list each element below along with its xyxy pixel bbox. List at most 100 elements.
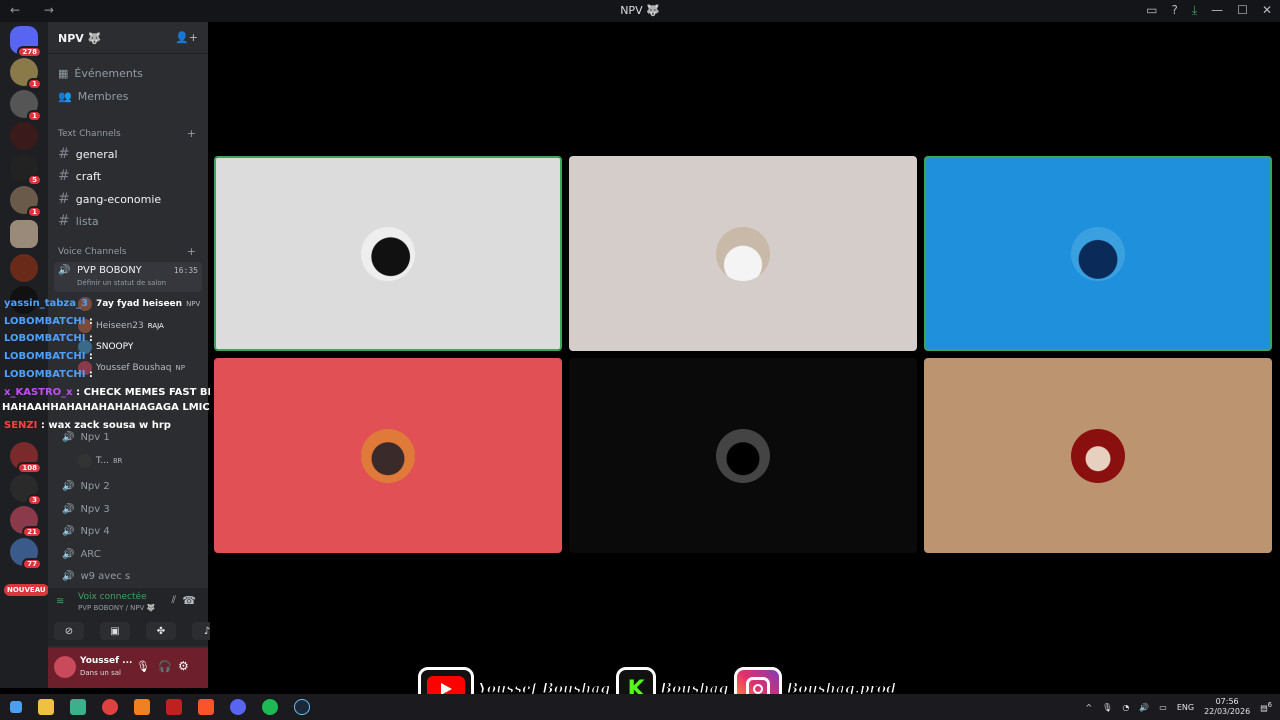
steam-icon[interactable] bbox=[294, 699, 310, 715]
settings-gear-icon[interactable]: ⚙ bbox=[178, 659, 189, 673]
participant-tile[interactable] bbox=[214, 156, 562, 351]
download-icon[interactable]: ⤓ bbox=[1192, 3, 1197, 18]
home-discord-icon[interactable]: 278 bbox=[10, 26, 42, 58]
add-member-icon[interactable]: 👤+ bbox=[175, 31, 198, 44]
disconnect-icon[interactable]: ☎ bbox=[182, 594, 196, 607]
voice-channel-arc[interactable]: 🔊 ARC bbox=[62, 549, 101, 560]
voice-channel-active[interactable]: 🔊 PVP BOBONY 16:35 Définir un statut de … bbox=[54, 262, 202, 292]
voice-user-tag: 8R bbox=[113, 457, 123, 465]
voice-connected-label: Voix connectée bbox=[78, 592, 147, 602]
language-indicator[interactable]: ENG bbox=[1177, 703, 1194, 712]
server-icon[interactable]: 5 bbox=[10, 154, 42, 186]
chrome-icon[interactable] bbox=[102, 699, 118, 715]
brave-icon[interactable] bbox=[198, 699, 214, 715]
participant-tile[interactable] bbox=[569, 156, 917, 351]
voice-user[interactable]: Youssef Boushaq NP bbox=[78, 361, 185, 375]
server-icon[interactable]: 1 bbox=[10, 186, 42, 218]
avatar[interactable] bbox=[54, 656, 76, 678]
channel-craft[interactable]: # craft bbox=[58, 168, 101, 184]
server-icon[interactable]: 1 bbox=[10, 58, 42, 90]
chat-author: x_KASTRO_x bbox=[4, 387, 73, 398]
server-header[interactable]: NPV 🐺 👤+ bbox=[48, 22, 208, 54]
text-category[interactable]: Text Channels bbox=[58, 129, 121, 139]
voice-user-name: SNOOPY bbox=[96, 342, 134, 352]
voice-channel-label: Npv 3 bbox=[80, 504, 110, 515]
server-badge: 77 bbox=[22, 558, 42, 570]
voice-channel-npv1[interactable]: 🔊 Npv 1 bbox=[62, 432, 110, 443]
members-link[interactable]: 👥 Membres bbox=[58, 90, 128, 103]
voice-channel-w9[interactable]: 🔊 w9 avec s bbox=[62, 571, 130, 582]
members-label: Membres bbox=[77, 90, 129, 103]
discord-icon[interactable] bbox=[230, 699, 246, 715]
activities-button[interactable]: ✤ bbox=[146, 622, 176, 640]
battery-icon[interactable]: ▭ bbox=[1159, 703, 1167, 712]
spotify-icon[interactable] bbox=[262, 699, 278, 715]
headphones-icon[interactable]: 🎧 bbox=[158, 660, 172, 673]
server-icon[interactable]: 77 bbox=[10, 538, 42, 570]
hash-icon: # bbox=[58, 168, 70, 184]
close-icon[interactable]: ✕ bbox=[1262, 3, 1272, 18]
acrobat-icon[interactable] bbox=[166, 699, 182, 715]
voice-user[interactable]: 7ay fyad heiseen NPV bbox=[78, 297, 200, 311]
voice-channel-npv2[interactable]: 🔊 Npv 2 bbox=[62, 481, 110, 492]
camera-button[interactable]: ⊘ bbox=[54, 622, 84, 640]
minimize-icon[interactable]: — bbox=[1211, 3, 1223, 18]
microphone-icon[interactable]: 🎙 bbox=[136, 660, 150, 673]
file-explorer-icon[interactable] bbox=[38, 699, 54, 715]
clock[interactable]: 07:56 22/03/2026 bbox=[1204, 697, 1250, 717]
windows-start-icon[interactable] bbox=[10, 701, 22, 713]
add-voice-channel-icon[interactable]: + bbox=[187, 245, 196, 258]
channel-lista[interactable]: # lista bbox=[58, 213, 99, 229]
participant-tile[interactable] bbox=[924, 358, 1272, 553]
signal-icon: ≋ bbox=[56, 596, 65, 607]
inbox-icon[interactable]: ▭ bbox=[1146, 3, 1157, 18]
vlc-icon[interactable] bbox=[134, 699, 150, 715]
voice-status-text[interactable]: Définir un statut de salon bbox=[77, 279, 166, 287]
user-panel: Youssef ... Dans un sal 🎙 🎧 ⚙ bbox=[48, 648, 208, 688]
voice-channel-npv3[interactable]: 🔊 Npv 3 bbox=[62, 504, 110, 515]
chat-text: : bbox=[88, 333, 93, 344]
noise-suppression-icon[interactable]: ⫽ bbox=[172, 595, 176, 606]
user-name: Youssef ... bbox=[80, 656, 133, 666]
chat-overlay-line: SENZI : wax zack sousa w hrp bbox=[4, 420, 171, 431]
calendar-icon: ▦ bbox=[58, 67, 69, 80]
voice-channel-label: Npv 4 bbox=[80, 526, 110, 537]
chat-overlay-line: LOBOMBATCHI : bbox=[4, 316, 93, 327]
hash-icon: # bbox=[58, 191, 70, 207]
network-icon[interactable]: ◔ bbox=[1122, 703, 1129, 712]
server-icon[interactable] bbox=[10, 254, 38, 282]
notification-count: 6 bbox=[1267, 701, 1272, 710]
help-icon[interactable]: ? bbox=[1171, 3, 1177, 18]
app-icon[interactable] bbox=[70, 699, 86, 715]
active-voice-name: PVP BOBONY bbox=[77, 265, 142, 276]
server-icon[interactable] bbox=[10, 220, 38, 248]
participant-tile[interactable] bbox=[569, 358, 917, 553]
voice-user[interactable]: T... 8R bbox=[78, 454, 122, 468]
participant-tile[interactable] bbox=[214, 358, 562, 553]
channel-label: gang-economie bbox=[75, 192, 162, 206]
tray-overflow-icon[interactable]: ^ bbox=[1085, 703, 1092, 712]
server-icon[interactable]: 3 bbox=[10, 474, 42, 506]
add-channel-icon[interactable]: + bbox=[187, 127, 196, 140]
voice-channel-npv4[interactable]: 🔊 Npv 4 bbox=[62, 526, 110, 537]
microphone-tray-icon[interactable]: 🎙 bbox=[1102, 703, 1112, 712]
chat-author: LOBOMBATCHI bbox=[4, 316, 86, 327]
notification-icon[interactable]: ▤6 bbox=[1260, 701, 1272, 713]
chat-author: LOBOMBATCHI bbox=[4, 351, 86, 362]
server-icon[interactable]: 108 bbox=[10, 442, 42, 474]
channel-gang-economie[interactable]: # gang-economie bbox=[58, 191, 161, 207]
avatar bbox=[361, 226, 415, 281]
events-link[interactable]: ▦ Événements bbox=[58, 67, 143, 80]
server-icon[interactable] bbox=[10, 122, 38, 150]
chat-author: SENZI bbox=[4, 420, 38, 431]
channel-general[interactable]: # general bbox=[58, 146, 118, 162]
maximize-icon[interactable]: ☐ bbox=[1237, 3, 1248, 18]
chat-overlay-line: LOBOMBATCHI : bbox=[4, 369, 93, 380]
screenshare-button[interactable]: ▣ bbox=[100, 622, 130, 640]
participant-tile[interactable] bbox=[924, 156, 1272, 351]
voice-category[interactable]: Voice Channels bbox=[58, 247, 126, 257]
server-icon[interactable]: 1 bbox=[10, 90, 42, 122]
server-icon[interactable]: 21 bbox=[10, 506, 42, 538]
volume-icon[interactable]: 🔊 bbox=[1139, 703, 1149, 712]
voice-connected-sub[interactable]: PVP BOBONY / NPV 🐺 bbox=[78, 604, 155, 612]
